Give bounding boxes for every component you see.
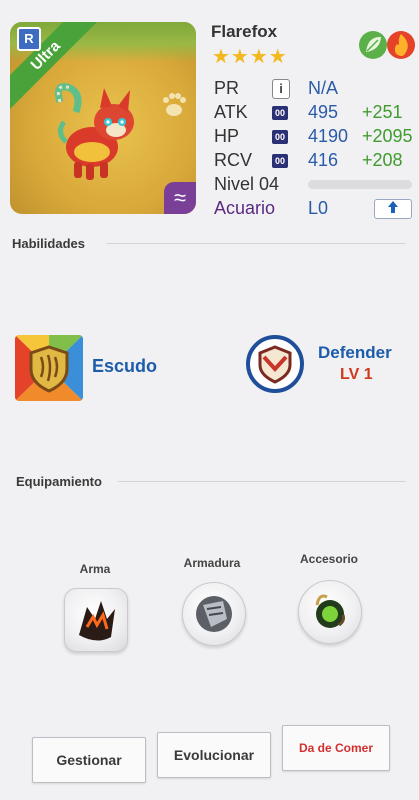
hp-value: 4190 bbox=[308, 126, 349, 146]
escudo-shield-icon[interactable] bbox=[15, 335, 83, 401]
armor-slot[interactable] bbox=[182, 582, 246, 646]
pr-label: PR bbox=[214, 78, 240, 98]
atk-stat-icon: 00 bbox=[272, 106, 288, 120]
stat-row-habitat: Acuario L0 bbox=[214, 198, 414, 222]
stat-row-level: Nivel 04 bbox=[214, 174, 414, 198]
creature-portrait[interactable]: Ultra R ≈ bbox=[10, 22, 196, 214]
rcv-bonus: +208 bbox=[362, 150, 403, 170]
habitat-label: Acuario bbox=[214, 198, 276, 218]
ability-name[interactable]: Escudo bbox=[92, 356, 157, 377]
water-element-icon: ≈ bbox=[164, 182, 196, 214]
armor-gauntlet-icon bbox=[196, 596, 232, 632]
equipment-divider bbox=[118, 481, 406, 482]
creature-name: Flarefox bbox=[211, 22, 278, 41]
accessory-orb-icon bbox=[315, 594, 345, 628]
weapon-claw-icon bbox=[79, 601, 115, 641]
stat-row-atk: ATK 00 495 +251 bbox=[214, 102, 414, 126]
upgrade-arrow-icon[interactable] bbox=[374, 199, 412, 219]
flarefox-image bbox=[54, 83, 134, 180]
level-progress-bar bbox=[308, 180, 412, 189]
abilities-divider bbox=[106, 243, 406, 244]
accessory-slot[interactable] bbox=[298, 580, 362, 644]
pr-value: N/A bbox=[308, 78, 339, 98]
rcv-label: RCV bbox=[214, 150, 253, 170]
info-icon[interactable]: i bbox=[272, 79, 290, 99]
equipment-title: Equipamiento bbox=[16, 474, 102, 489]
manage-button[interactable]: Gestionar bbox=[32, 737, 146, 783]
rarity-badge-icon: R bbox=[17, 27, 41, 51]
stat-row-hp: HP 00 4190 +2095 bbox=[214, 126, 414, 150]
weapon-label: Arma bbox=[79, 562, 111, 576]
abilities-title: Habilidades bbox=[12, 236, 85, 251]
accessory-label: Accesorio bbox=[299, 552, 359, 566]
paw-print-icon bbox=[163, 93, 186, 116]
habitat-level: L0 bbox=[308, 198, 329, 218]
stats-panel: PR i N/A ATK 00 495 +251 HP 00 4190 +209… bbox=[214, 78, 414, 222]
leaf-icon bbox=[359, 31, 387, 59]
atk-value: 495 bbox=[308, 102, 339, 122]
stat-row-rcv: RCV 00 416 +208 bbox=[214, 150, 414, 174]
hp-bonus: +2095 bbox=[362, 126, 413, 146]
trait-level: LV 1 bbox=[340, 366, 373, 383]
atk-label: ATK bbox=[214, 102, 248, 122]
fire-icon bbox=[387, 31, 415, 59]
trait-name[interactable]: Defender bbox=[318, 343, 392, 363]
defender-trait-icon[interactable] bbox=[246, 335, 304, 393]
rcv-value: 416 bbox=[308, 150, 339, 170]
element-icons bbox=[358, 28, 416, 67]
atk-bonus: +251 bbox=[362, 102, 403, 122]
feed-button[interactable]: Da de Comer bbox=[282, 725, 390, 771]
rcv-stat-icon: 00 bbox=[272, 154, 288, 168]
hp-stat-icon: 00 bbox=[272, 130, 288, 144]
weapon-slot[interactable] bbox=[64, 588, 128, 652]
level-label: Nivel 04 bbox=[214, 174, 280, 194]
evolve-button[interactable]: Evolucionar bbox=[157, 732, 271, 778]
star-rating: ★★★★ bbox=[212, 46, 288, 68]
stat-row-pr: PR i N/A bbox=[214, 78, 414, 102]
armor-label: Armadura bbox=[183, 556, 241, 570]
hp-label: HP bbox=[214, 126, 240, 146]
